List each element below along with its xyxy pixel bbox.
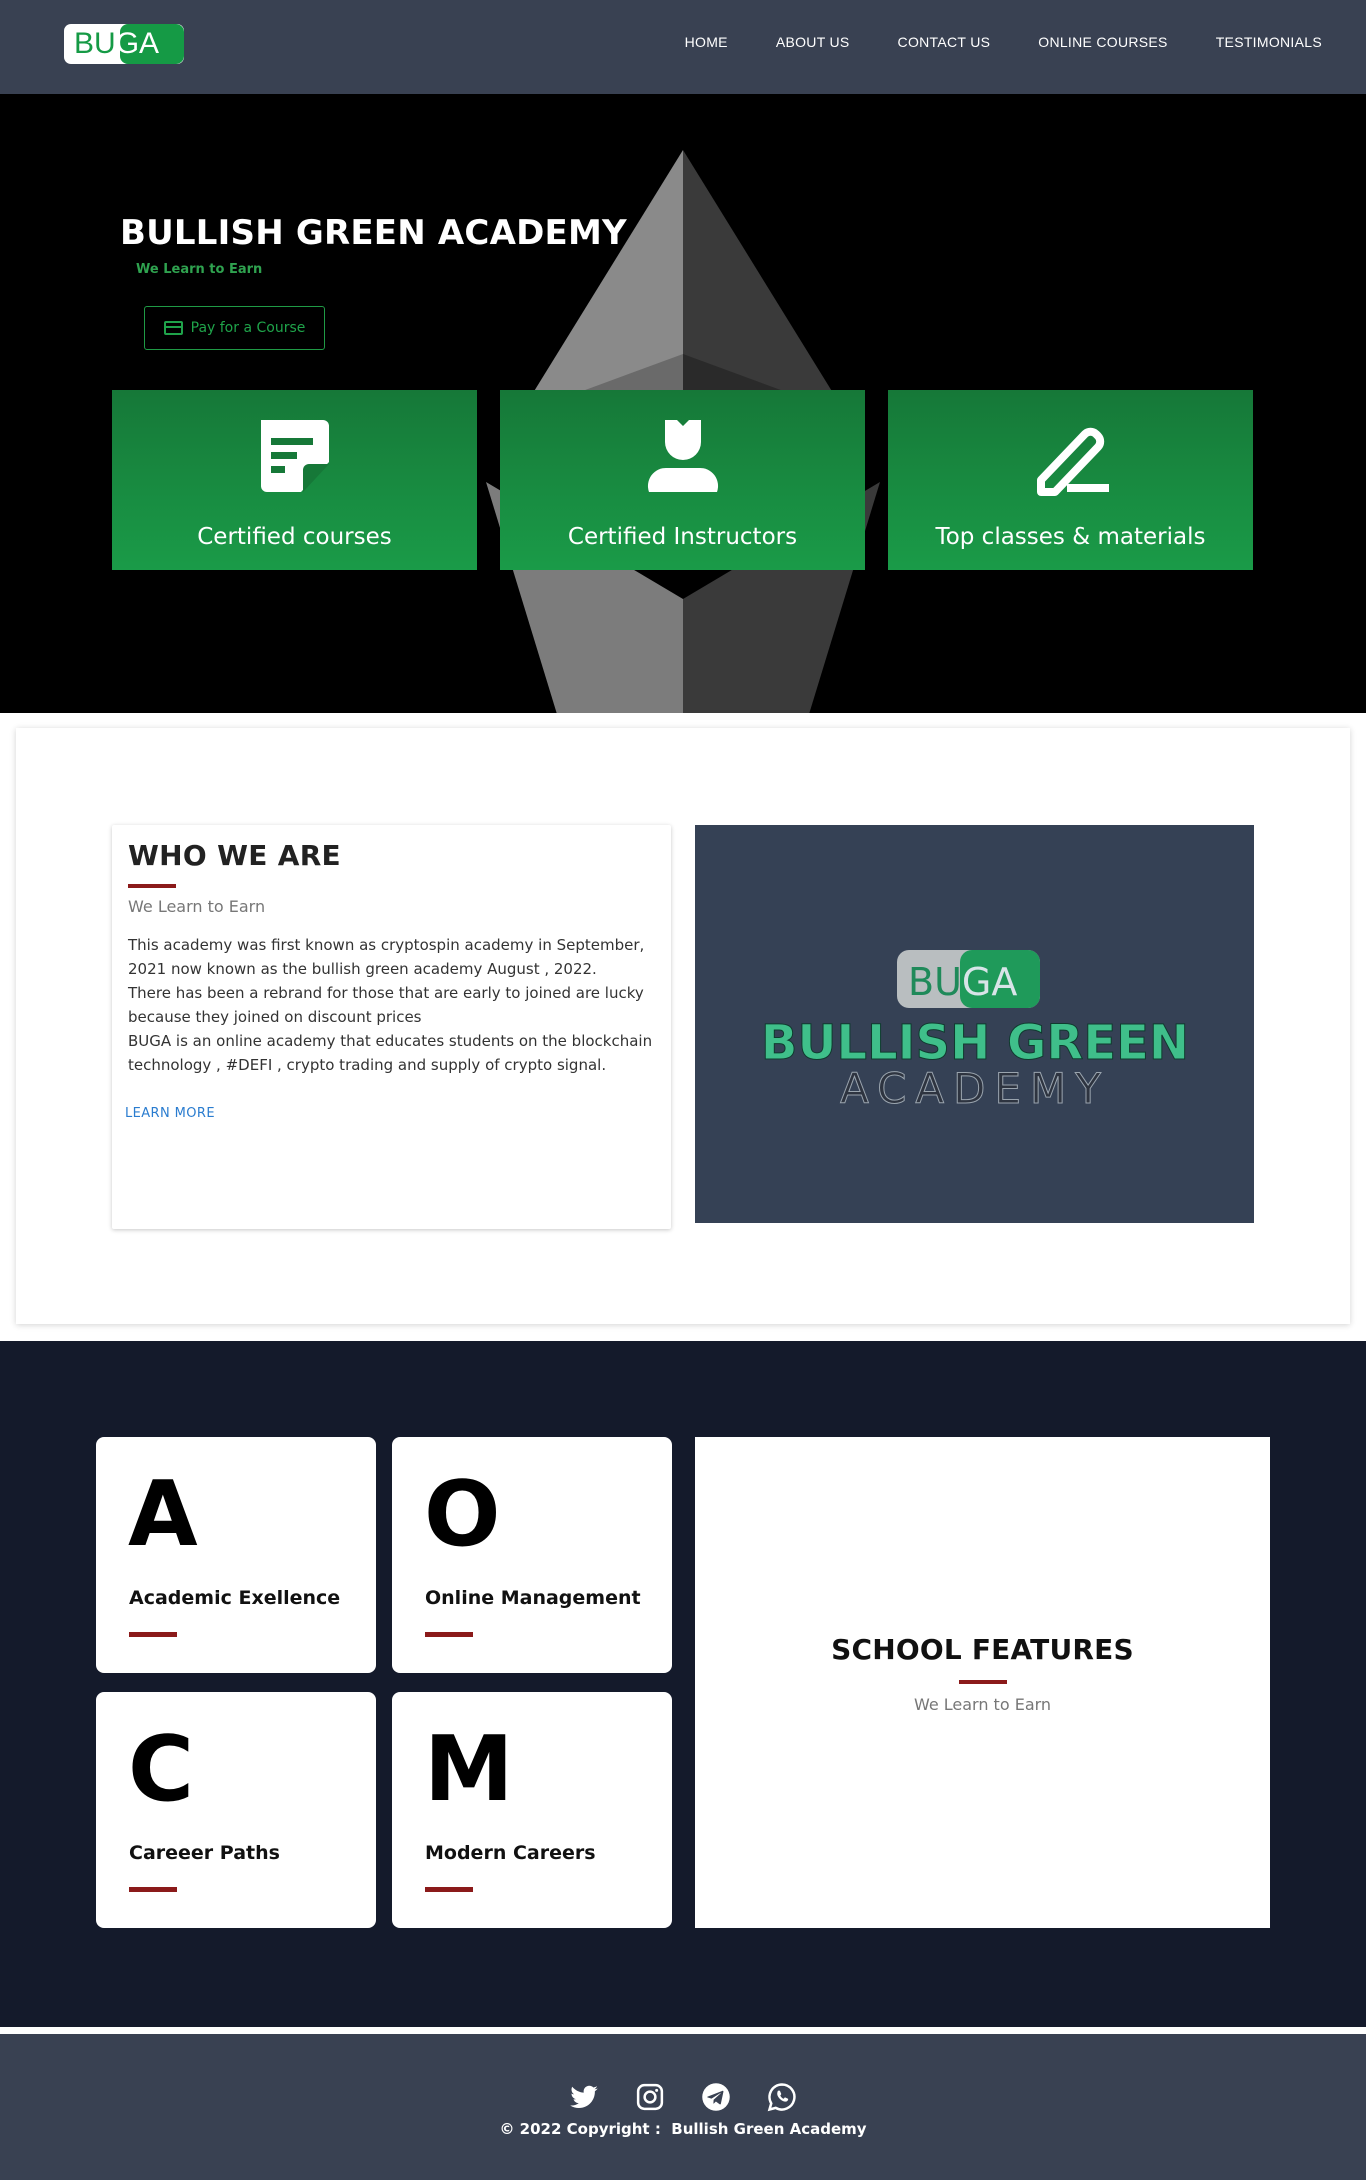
banner-logo-text: BUGA xyxy=(908,960,1017,1004)
footer: © 2022 Copyright : Bullish Green Academy xyxy=(0,2034,1366,2180)
about-subtitle: We Learn to Earn xyxy=(128,897,266,916)
about-paragraph: This academy was first known as cryptosp… xyxy=(128,936,645,978)
feature-top-classes: Top classes & materials xyxy=(888,390,1253,570)
tile-online-management: O Online Management xyxy=(392,1437,672,1673)
tile-letter: O xyxy=(424,1462,501,1567)
feature-label: Certified courses xyxy=(197,524,392,550)
academy-logo-image: BUGA BULLISH GREEN ACADEMY xyxy=(695,825,1254,1223)
about-paragraph: BUGA is an online academy that educates … xyxy=(128,1032,653,1074)
hero-subtitle: We Learn to Earn xyxy=(136,262,263,277)
note-icon xyxy=(260,420,329,492)
feature-label: Top classes & materials xyxy=(935,524,1206,550)
logo[interactable]: BUGA xyxy=(64,24,184,64)
copyright-text: © 2022 Copyright : Bullish Green Academy xyxy=(499,2120,867,2138)
banner-line-2: ACADEMY xyxy=(840,1064,1110,1113)
nav-links: HOME ABOUT US CONTACT US ONLINE COURSES … xyxy=(637,32,1322,52)
tile-underline xyxy=(425,1632,473,1637)
hero-section: BULLISH GREEN ACADEMY We Learn to Earn P… xyxy=(0,94,1366,713)
feature-certified-instructors: Certified Instructors xyxy=(500,390,865,570)
instagram-icon[interactable] xyxy=(635,2082,665,2112)
tile-underline xyxy=(129,1887,177,1892)
learn-more-link[interactable]: LEARN MORE xyxy=(125,1106,215,1121)
about-body: This academy was first known as cryptosp… xyxy=(128,933,658,1077)
credit-card-icon xyxy=(163,321,183,335)
feature-certified-courses: Certified courses xyxy=(112,390,477,570)
pay-for-course-button[interactable]: Pay for a Course xyxy=(144,306,325,350)
tile-underline xyxy=(425,1887,473,1892)
tile-career-paths: C Careeer Paths xyxy=(96,1692,376,1928)
navbar: BUGA HOME ABOUT US CONTACT US ONLINE COU… xyxy=(0,0,1366,94)
logo-text: BUGA xyxy=(74,27,160,60)
feature-label: Certified Instructors xyxy=(567,524,798,550)
tile-label: Online Management xyxy=(425,1587,641,1609)
twitter-icon[interactable] xyxy=(569,2082,599,2112)
title-underline xyxy=(959,1680,1007,1684)
nav-home[interactable]: HOME xyxy=(685,32,728,52)
tile-letter: A xyxy=(128,1462,198,1567)
user-icon xyxy=(647,420,718,492)
school-features-box: SCHOOL FEATURES We Learn to Earn xyxy=(695,1437,1270,1928)
buga-banner-graphic: BUGA BULLISH GREEN ACADEMY xyxy=(695,825,1254,1223)
tile-academic-excellence: A Academic Exellence xyxy=(96,1437,376,1673)
about-card: WHO WE ARE We Learn to Earn This academy… xyxy=(112,825,671,1229)
nav-online-courses[interactable]: ONLINE COURSES xyxy=(1038,32,1167,52)
social-links xyxy=(0,2082,1366,2112)
pay-button-label: Pay for a Course xyxy=(190,320,306,336)
nav-contact-us[interactable]: CONTACT US xyxy=(898,32,991,52)
tile-label: Modern Careers xyxy=(425,1842,596,1864)
telegram-icon[interactable] xyxy=(701,2082,731,2112)
tile-letter: C xyxy=(128,1717,195,1822)
whatsapp-icon[interactable] xyxy=(767,2082,797,2112)
tile-underline xyxy=(129,1632,177,1637)
nav-about-us[interactable]: ABOUT US xyxy=(776,32,850,52)
school-features-title: SCHOOL FEATURES xyxy=(831,1633,1134,1666)
about-title: WHO WE ARE xyxy=(128,839,341,872)
tile-label: Careeer Paths xyxy=(129,1842,280,1864)
title-underline xyxy=(128,884,176,888)
banner-line-1: BULLISH GREEN xyxy=(761,1015,1189,1071)
hero-title: BULLISH GREEN ACADEMY xyxy=(120,213,627,253)
tile-letter: M xyxy=(424,1717,514,1822)
school-features-subtitle: We Learn to Earn xyxy=(913,1695,1052,1714)
tile-label: Academic Exellence xyxy=(129,1587,341,1609)
tile-modern-careers: M Modern Careers xyxy=(392,1692,672,1928)
about-paragraph: There has been a rebrand for those that … xyxy=(128,984,644,1026)
pencil-icon xyxy=(1036,427,1109,496)
nav-testimonials[interactable]: TESTIMONIALS xyxy=(1216,32,1322,52)
